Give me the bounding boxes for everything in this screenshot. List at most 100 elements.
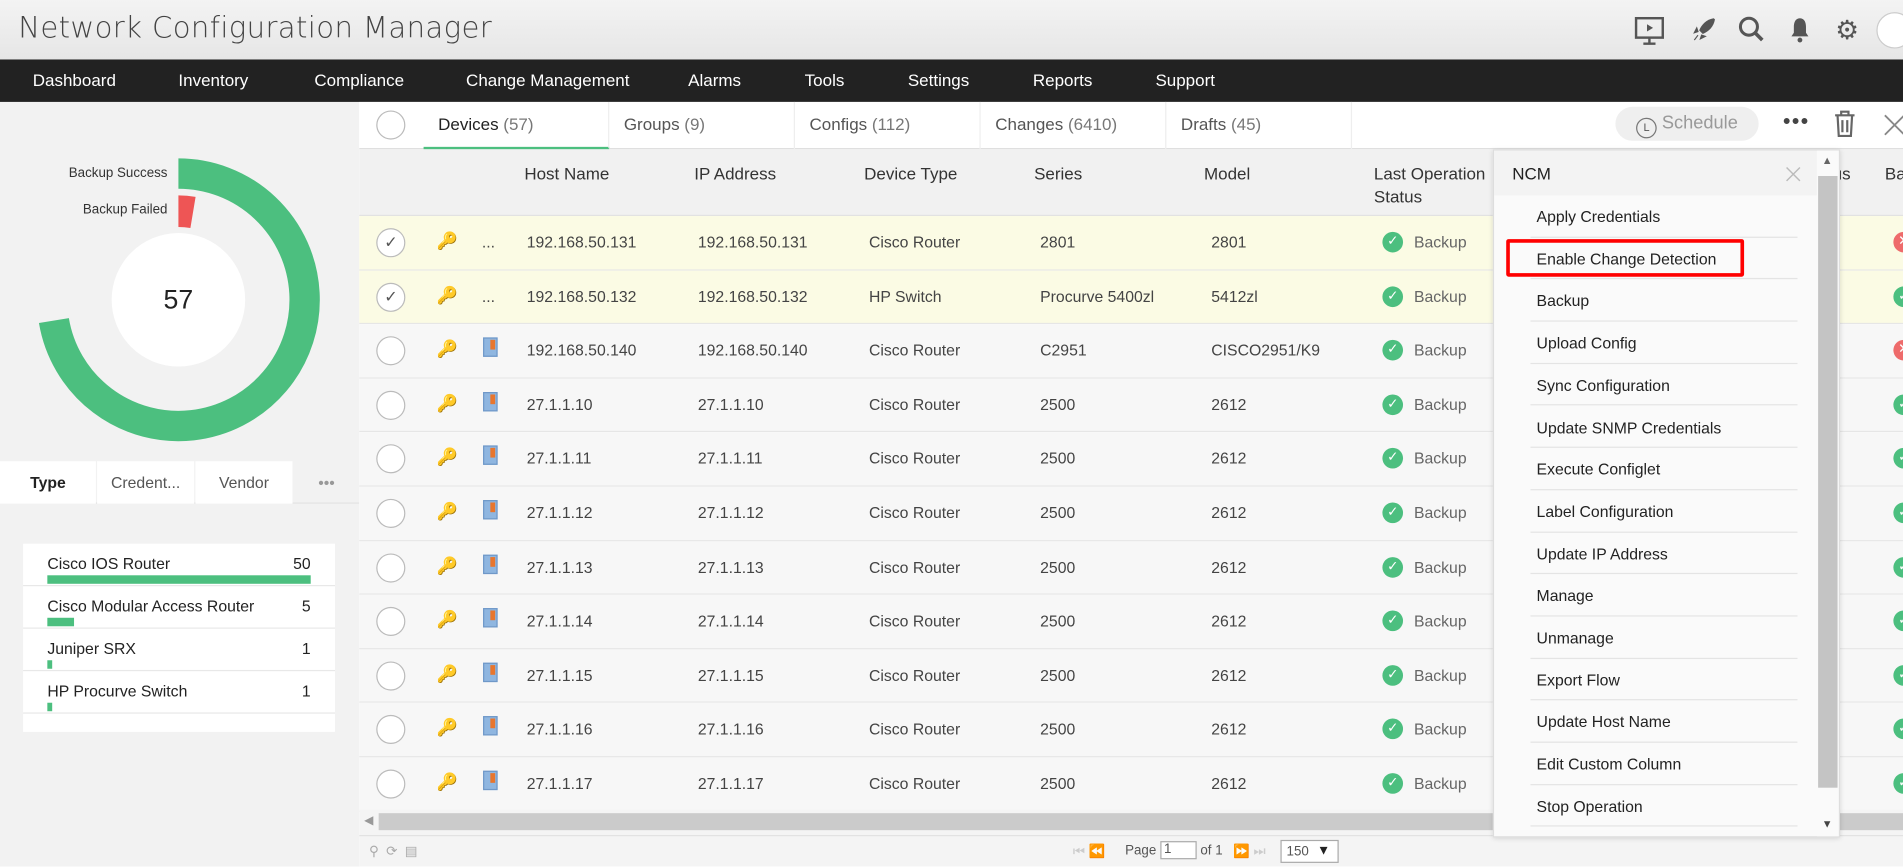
row-checkbox[interactable]: ✓ <box>376 228 406 258</box>
footer-tool-icons[interactable]: ⚲ ⟳ ▤ <box>369 844 417 860</box>
row-checkbox[interactable] <box>376 336 406 366</box>
credentials-key-icon[interactable]: 🔑 <box>437 285 458 306</box>
menu-item-unmanage[interactable]: Unmanage <box>1530 617 1798 659</box>
search-icon[interactable] <box>1736 15 1768 47</box>
host-name[interactable]: 27.1.1.17 <box>527 774 593 792</box>
host-name[interactable]: 192.168.50.131 <box>527 233 637 251</box>
left-tab-more[interactable]: ••• <box>294 461 360 503</box>
tab-groups[interactable]: Groups (9) <box>609 101 795 150</box>
credentials-key-icon[interactable]: 🔑 <box>437 231 458 252</box>
menu-scroll-thumb[interactable] <box>1818 175 1838 788</box>
device-type-item[interactable]: Cisco Modular Access Router 5 <box>23 586 335 629</box>
config-document-icon[interactable] <box>483 391 498 412</box>
nav-tools[interactable]: Tools <box>805 59 845 101</box>
nav-settings[interactable]: Settings <box>908 59 969 101</box>
pager-prev-icons[interactable]: ⏮ ⏪ <box>1073 844 1105 861</box>
schedule-button[interactable]: L Schedule <box>1615 106 1759 141</box>
tab-changes[interactable]: Changes (6410) <box>981 101 1167 150</box>
menu-item-backup[interactable]: Backup <box>1530 280 1798 322</box>
menu-close-icon[interactable] <box>1785 166 1801 182</box>
row-more[interactable]: ... <box>482 287 495 305</box>
device-type-item[interactable]: Cisco IOS Router 50 <box>23 544 335 587</box>
menu-vertical-scrollbar[interactable]: ▲ ▼ <box>1816 150 1839 837</box>
menu-item-update-ip-address[interactable]: Update IP Address <box>1530 532 1798 575</box>
scroll-left-arrow[interactable]: ◀ <box>364 814 373 827</box>
credentials-key-icon[interactable]: 🔑 <box>437 501 458 522</box>
menu-item-export-flow[interactable]: Export Flow <box>1530 659 1798 701</box>
scroll-down-arrow[interactable]: ▼ <box>1822 818 1833 830</box>
host-name[interactable]: 27.1.1.16 <box>527 720 593 738</box>
credentials-key-icon[interactable]: 🔑 <box>437 718 458 739</box>
col-host-name[interactable]: Host Name <box>524 163 609 186</box>
device-type-item[interactable]: HP Procurve Switch 1 <box>23 671 335 714</box>
menu-item-update-snmp-credentials[interactable]: Update SNMP Credentials <box>1530 406 1798 449</box>
col-series[interactable]: Series <box>1034 163 1082 186</box>
row-checkbox[interactable] <box>376 444 406 474</box>
credentials-key-icon[interactable]: 🔑 <box>437 393 458 414</box>
config-document-icon[interactable] <box>483 337 498 358</box>
host-name[interactable]: 27.1.1.11 <box>527 450 592 468</box>
config-document-icon[interactable] <box>483 445 498 466</box>
row-checkbox[interactable] <box>376 769 406 799</box>
menu-item-update-host-name[interactable]: Update Host Name <box>1530 701 1798 743</box>
tab-drafts[interactable]: Drafts (45) <box>1166 101 1353 150</box>
nav-change-management[interactable]: Change Management <box>466 59 629 101</box>
credentials-key-icon[interactable]: 🔑 <box>437 555 458 576</box>
row-checkbox[interactable] <box>376 661 406 691</box>
presentation-icon[interactable] <box>1634 15 1666 47</box>
col-backup-partial[interactable]: Ba <box>1885 163 1903 186</box>
host-name[interactable]: 192.168.50.132 <box>527 287 637 305</box>
config-document-icon[interactable] <box>483 716 498 736</box>
menu-item-label-configuration[interactable]: Label Configuration <box>1530 490 1798 533</box>
close-icon[interactable] <box>1884 114 1903 142</box>
tab-devices[interactable]: Devices (57) <box>423 101 610 150</box>
config-document-icon[interactable] <box>483 554 498 574</box>
col-device-type[interactable]: Device Type <box>864 163 957 186</box>
bell-icon[interactable] <box>1784 15 1816 47</box>
col-last-operation-status[interactable]: Last Operation Status <box>1374 163 1495 209</box>
host-name[interactable]: 27.1.1.15 <box>527 666 593 684</box>
credentials-key-icon[interactable]: 🔑 <box>437 610 458 631</box>
page-size-select[interactable]: 150 ▼ <box>1280 839 1339 863</box>
row-checkbox[interactable] <box>376 498 406 528</box>
nav-reports[interactable]: Reports <box>1033 59 1093 101</box>
config-document-icon[interactable] <box>483 608 498 628</box>
more-options-icon[interactable]: ••• <box>1783 109 1810 134</box>
credentials-key-icon[interactable]: 🔑 <box>437 339 458 360</box>
col-model[interactable]: Model <box>1204 163 1250 186</box>
scroll-up-arrow[interactable]: ▲ <box>1822 154 1833 166</box>
host-name[interactable]: 27.1.1.14 <box>527 612 593 630</box>
host-name[interactable]: 27.1.1.10 <box>527 395 593 413</box>
left-tab-vendor[interactable]: Vendor <box>195 461 293 504</box>
nav-alarms[interactable]: Alarms <box>688 59 741 101</box>
left-tab-credentials[interactable]: Credent... <box>97 461 195 504</box>
config-document-icon[interactable] <box>483 770 498 791</box>
page-input[interactable]: 1 <box>1160 841 1197 860</box>
credentials-key-icon[interactable]: 🔑 <box>437 447 458 468</box>
device-type-item[interactable]: Juniper SRX 1 <box>23 629 335 672</box>
nav-compliance[interactable]: Compliance <box>314 59 404 101</box>
host-name[interactable]: 27.1.1.13 <box>527 558 593 576</box>
config-document-icon[interactable] <box>483 500 498 520</box>
row-checkbox[interactable] <box>376 552 406 583</box>
trash-icon[interactable] <box>1833 109 1857 144</box>
row-checkbox[interactable]: ✓ <box>376 282 406 312</box>
col-ip-address[interactable]: IP Address <box>694 163 776 186</box>
row-checkbox[interactable] <box>376 390 406 420</box>
select-all-checkbox[interactable] <box>376 110 406 140</box>
avatar-icon[interactable] <box>1876 12 1903 49</box>
tab-configs[interactable]: Configs (112) <box>795 101 981 150</box>
menu-item-execute-configlet[interactable]: Execute Configlet <box>1530 448 1798 491</box>
credentials-key-icon[interactable]: 🔑 <box>437 772 458 793</box>
rocket-icon[interactable] <box>1688 15 1720 47</box>
row-checkbox[interactable] <box>376 715 406 745</box>
menu-item-manage[interactable]: Manage <box>1530 574 1798 617</box>
gear-icon[interactable]: ⚙ <box>1831 15 1863 47</box>
pager-next-icons[interactable]: ⏩ ⏭ <box>1233 844 1265 861</box>
menu-item-stop-operation[interactable]: Stop Operation <box>1530 785 1798 828</box>
host-name[interactable]: 192.168.50.140 <box>527 341 637 359</box>
menu-item-edit-custom-column[interactable]: Edit Custom Column <box>1530 743 1798 785</box>
nav-dashboard[interactable]: Dashboard <box>33 59 116 101</box>
menu-item-upload-config[interactable]: Upload Config <box>1530 322 1798 364</box>
credentials-key-icon[interactable]: 🔑 <box>437 664 458 685</box>
